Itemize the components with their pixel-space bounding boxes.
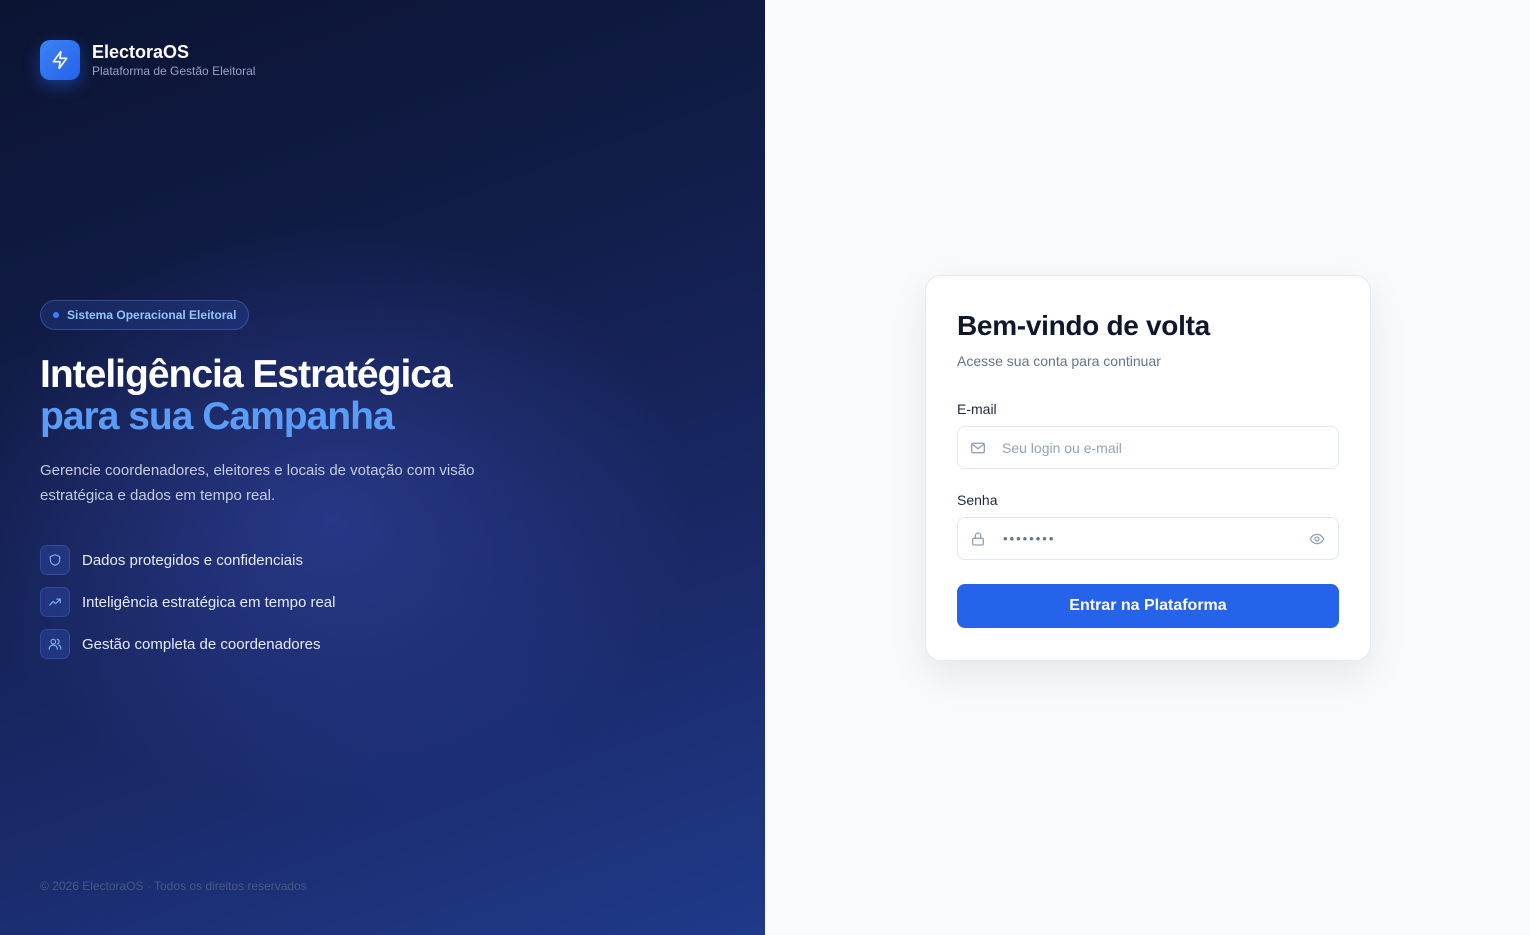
system-badge: Sistema Operacional Eleitoral — [40, 300, 250, 330]
login-title: Bem-vindo de volta — [957, 310, 1210, 341]
lock-icon — [970, 531, 986, 547]
hero-description: Gerencie coordenadores, eleitores e loca… — [40, 462, 475, 504]
hero-headline: Inteligência Estratégica para sua Campan… — [40, 353, 453, 438]
feature-label: Inteligência estratégica em tempo real — [82, 593, 336, 611]
email-label: E-mail — [957, 401, 997, 417]
feature-label: Dados protegidos e confidenciais — [82, 551, 303, 569]
brand: ElectoraOS Plataforma de Gestão Eleitora… — [40, 40, 255, 80]
password-value: •••••••• — [1003, 531, 1056, 546]
headline-line-1: Inteligência Estratégica — [40, 353, 453, 396]
trending-up-icon — [40, 587, 70, 617]
eye-icon[interactable] — [1308, 530, 1326, 548]
login-subtitle: Acesse sua conta para continuar — [957, 353, 1161, 369]
mail-icon — [970, 440, 986, 456]
feature-list: Dados protegidos e confidenciais Intelig… — [40, 545, 335, 671]
brand-name: ElectoraOS — [92, 42, 190, 62]
password-label: Senha — [957, 492, 998, 508]
email-field[interactable] — [1002, 427, 1326, 468]
login-panel: Bem-vindo de volta Acesse sua conta para… — [765, 0, 1530, 935]
feature-item: Inteligência estratégica em tempo real — [40, 587, 335, 617]
feature-label: Gestão completa de coordenadores — [82, 635, 321, 653]
badge-dot — [53, 312, 59, 318]
badge-label: Sistema Operacional Eleitoral — [67, 308, 237, 322]
copyright: © 2026 ElectoraOS · Todos os direitos re… — [40, 879, 307, 893]
headline-line-2: para sua Campanha — [40, 395, 395, 438]
login-card: Bem-vindo de volta Acesse sua conta para… — [925, 275, 1371, 661]
users-icon — [40, 629, 70, 659]
feature-item: Gestão completa de coordenadores — [40, 629, 335, 659]
hero-panel: ElectoraOS Plataforma de Gestão Eleitora… — [0, 0, 765, 935]
brand-subtitle: Plataforma de Gestão Eleitoral — [92, 64, 256, 78]
feature-item: Dados protegidos e confidenciais — [40, 545, 335, 575]
lightning-icon — [40, 40, 80, 80]
password-field[interactable]: •••••••• — [957, 517, 1339, 560]
shield-icon — [40, 545, 70, 575]
email-field-wrapper — [957, 426, 1339, 469]
login-button[interactable]: Entrar na Plataforma — [957, 584, 1339, 628]
